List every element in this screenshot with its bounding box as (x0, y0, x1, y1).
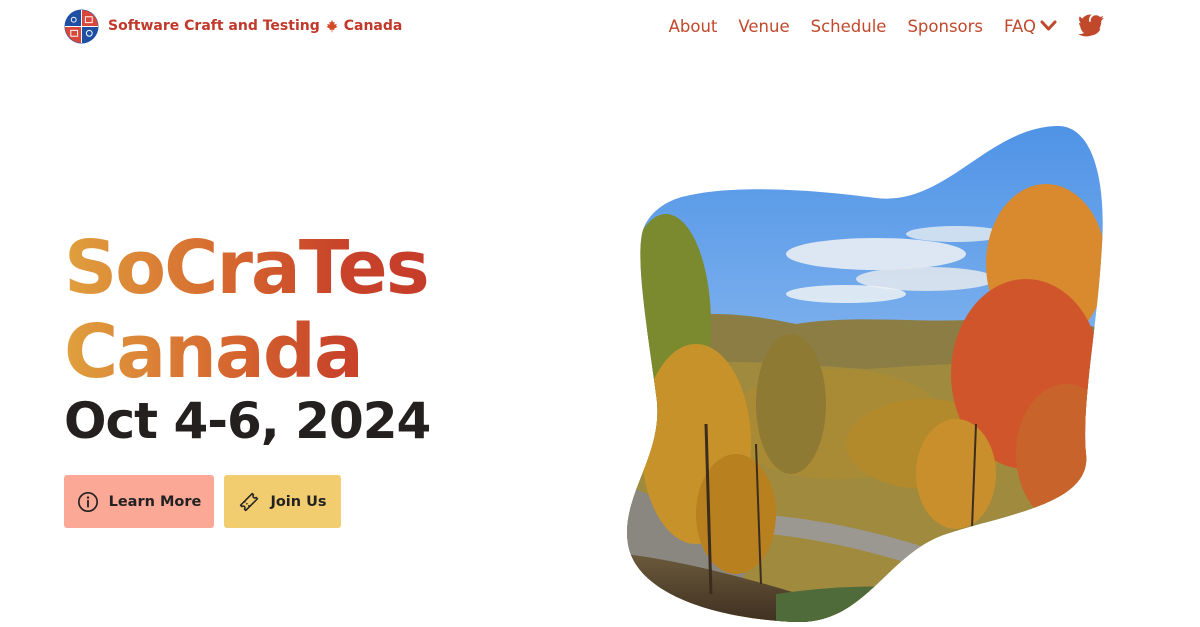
event-date: Oct 4-6, 2024 (64, 392, 431, 450)
info-icon (77, 491, 98, 512)
hero-title-line2: Canada (64, 309, 362, 395)
join-us-button[interactable]: Join Us (224, 475, 341, 528)
nav-sponsors[interactable]: Sponsors (907, 17, 983, 36)
nav-faq-label: FAQ (1004, 16, 1036, 36)
socrates-logo-icon (64, 8, 99, 44)
ticket-icon (240, 492, 259, 511)
learn-more-button[interactable]: Learn More (64, 475, 214, 528)
chevron-down-icon (1040, 20, 1057, 31)
nav-faq-dropdown[interactable]: FAQ (1004, 17, 1057, 36)
join-us-label: Join Us (270, 493, 327, 510)
site-title-suffix: Canada (343, 18, 403, 34)
hero-landscape-image (627, 125, 1103, 623)
nav-about[interactable]: About (669, 17, 718, 36)
hero-title-line1: SoCraTes (64, 225, 428, 311)
moon-icon[interactable] (1078, 13, 1102, 37)
maple-leaf-icon (326, 19, 338, 33)
site-title: Software Craft and Testing Canada (108, 18, 402, 34)
home-link[interactable]: Software Craft and Testing Canada (64, 8, 402, 44)
nav-schedule[interactable]: Schedule (811, 17, 887, 36)
learn-more-label: Learn More (108, 493, 202, 510)
main-nav: About Venue Schedule Sponsors FAQ (669, 10, 1104, 42)
nav-venue[interactable]: Venue (738, 17, 789, 36)
hero-title: SoCraTes Canada (64, 226, 428, 394)
site-title-main: Software Craft and Testing (108, 18, 320, 34)
